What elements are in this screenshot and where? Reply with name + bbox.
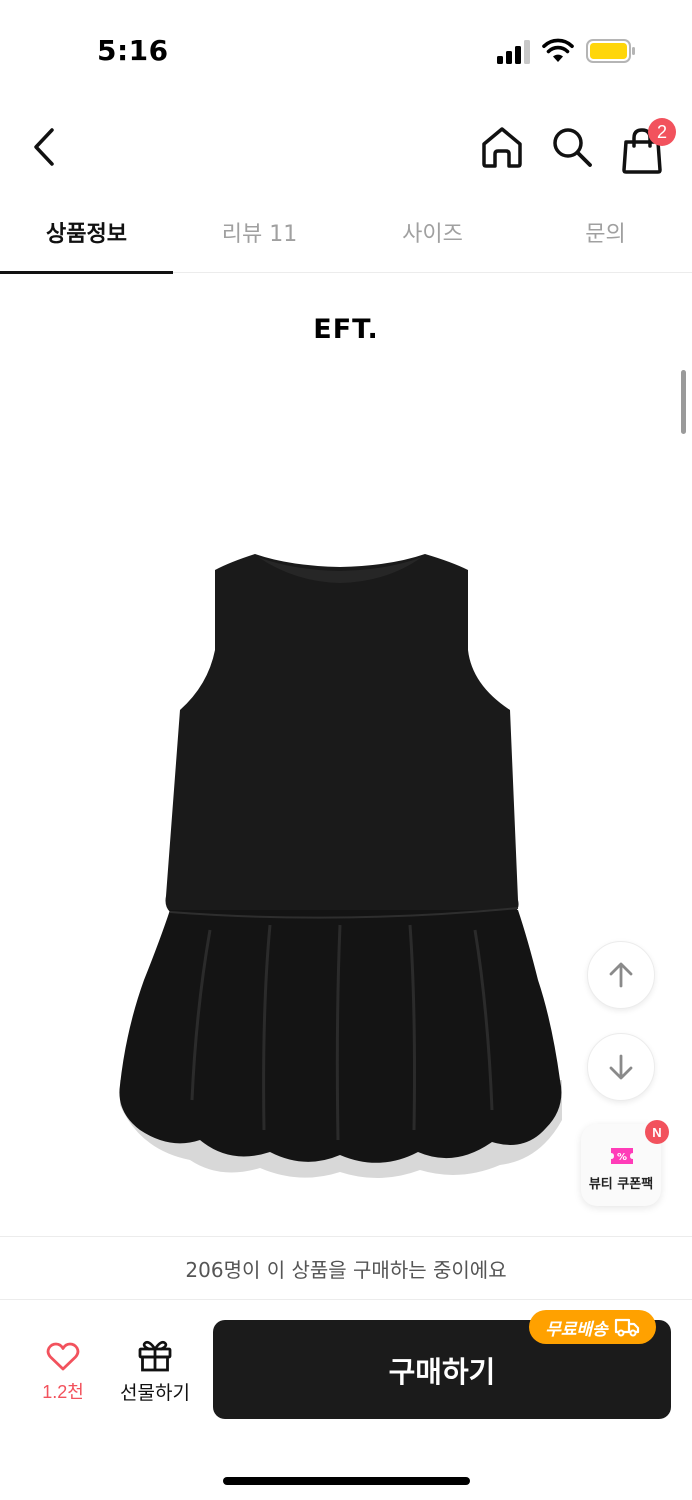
- product-tabs: 상품정보 리뷰 11 사이즈 문의: [0, 195, 692, 274]
- nav-bar: 2: [0, 100, 692, 195]
- arrow-up-icon: [609, 962, 633, 988]
- cart-count-badge: 2: [648, 118, 676, 146]
- scrollbar[interactable]: [681, 370, 686, 434]
- tab-size[interactable]: 사이즈: [346, 195, 519, 273]
- gift-icon: [138, 1340, 172, 1372]
- status-time: 5:16: [97, 34, 169, 67]
- tab-product-info[interactable]: 상품정보: [0, 195, 173, 274]
- like-count: 1.2천: [42, 1382, 84, 1402]
- scroll-to-top-button[interactable]: [587, 941, 655, 1009]
- status-bar: 5:16: [0, 0, 692, 100]
- home-icon: [482, 127, 522, 168]
- chevron-left-icon: [34, 128, 54, 166]
- free-shipping-label: 무료배송: [545, 1319, 608, 1340]
- back-button[interactable]: [22, 124, 66, 170]
- cellular-signal-icon: [497, 40, 530, 64]
- product-image-black-dress: [119, 554, 562, 1179]
- heart-icon: [46, 1342, 80, 1371]
- buyers-notice: 206명이 이 상품을 구매하는 중이에요: [0, 1236, 692, 1300]
- new-badge: N: [645, 1120, 669, 1144]
- tab-reviews[interactable]: 리뷰 11: [173, 195, 346, 273]
- cart-button[interactable]: 2: [618, 118, 678, 174]
- like-button[interactable]: 1.2천: [22, 1342, 104, 1412]
- search-icon: [553, 128, 592, 167]
- free-shipping-badge: 무료배송: [529, 1310, 656, 1344]
- truck-icon: [614, 1318, 639, 1337]
- tab-inquiry[interactable]: 문의: [519, 195, 692, 273]
- brand-logo: EFT.: [313, 314, 379, 345]
- search-button[interactable]: [548, 124, 596, 170]
- wifi-icon: [542, 38, 574, 62]
- home-indicator: [223, 1477, 470, 1485]
- coupon-label: 뷰티 쿠폰팩: [588, 1177, 654, 1192]
- svg-text:%: %: [617, 1152, 627, 1163]
- scroll-to-bottom-button[interactable]: [587, 1033, 655, 1101]
- coupon-ticket-icon: %: [611, 1148, 633, 1164]
- battery-icon: [586, 39, 635, 63]
- gift-button[interactable]: 선물하기: [112, 1338, 198, 1410]
- home-button[interactable]: [478, 124, 526, 170]
- arrow-down-icon: [609, 1054, 633, 1080]
- gift-label: 선물하기: [120, 1382, 190, 1404]
